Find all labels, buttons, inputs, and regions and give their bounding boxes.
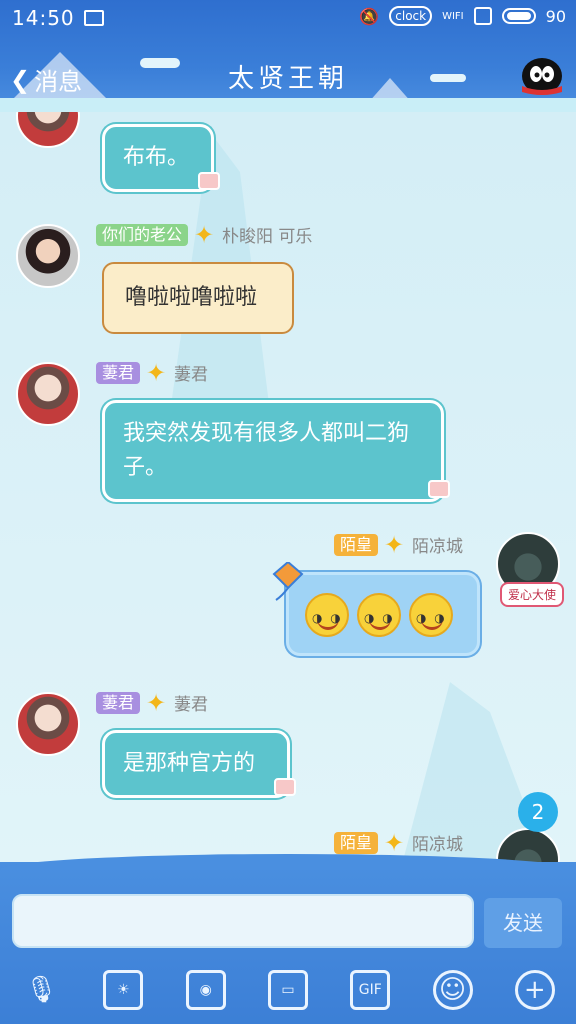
smiley-icon	[305, 593, 349, 637]
kite-icon	[272, 562, 304, 601]
gif-button[interactable]: GIF	[350, 970, 391, 1010]
status-time: 14:50	[12, 6, 75, 30]
love-badge: 爱心大使	[500, 582, 565, 607]
emoji-icon[interactable]: ☺	[432, 970, 473, 1010]
wifi-label: WIFI	[442, 10, 464, 22]
member-tag: 萋君	[96, 361, 141, 384]
message-bubble[interactable]: 我突然发现有很多人都叫二狗子。	[102, 400, 444, 502]
battery-icon	[501, 8, 536, 24]
sender-name[interactable]: 陌凉城	[412, 830, 463, 855]
image-icon	[84, 10, 104, 26]
status-icons: 🔕 clock WIFI 90	[359, 6, 566, 26]
sender-meta: 陌皇 陌凉城	[334, 531, 463, 559]
star-icon	[384, 531, 406, 559]
star-icon	[146, 689, 168, 717]
message-bubble[interactable]: 噜啦啦噜啦啦	[104, 264, 292, 332]
bubble-decoration-icon	[274, 778, 296, 796]
send-button[interactable]: 发送	[484, 898, 562, 948]
sender-meta: 萋君 萋君	[96, 359, 208, 387]
avatar[interactable]	[16, 224, 80, 288]
smiley-icon	[357, 593, 401, 637]
bubble-decoration-icon	[198, 172, 220, 190]
bubble-decoration-icon	[428, 480, 450, 498]
mute-icon: 🔕	[359, 6, 380, 26]
message-text: 我突然发现有很多人都叫二狗子。	[123, 421, 410, 480]
chat-area[interactable]: 布布。 你们的老公 朴睃阳 可乐 噜啦啦噜啦啦 萋君 萋君 我突然发现有很多人都…	[0, 112, 576, 862]
ice-strip	[0, 98, 576, 112]
group-penguin-icon[interactable]	[518, 54, 566, 96]
message-input[interactable]	[12, 894, 474, 948]
microphone-icon[interactable]: 🎙	[21, 970, 61, 1010]
camera-icon[interactable]: ◉	[185, 970, 226, 1010]
smiley-icon	[409, 593, 453, 637]
avatar[interactable]	[16, 692, 80, 756]
screen-icon	[473, 7, 492, 25]
unread-count-badge[interactable]: 2	[518, 792, 558, 832]
avatar[interactable]	[16, 112, 80, 148]
message-text: 噜啦啦噜啦啦	[125, 285, 258, 310]
sender-name[interactable]: 萋君	[174, 360, 208, 385]
message-text: 布布。	[123, 145, 190, 170]
member-tag: 陌皇	[334, 533, 379, 556]
image-icon[interactable]: ☀	[103, 970, 144, 1010]
red-packet-icon[interactable]: ▭	[267, 970, 308, 1010]
message-bubble[interactable]: 是那种官方的	[102, 730, 290, 798]
star-icon	[194, 221, 216, 249]
member-tag: 你们的老公	[96, 223, 189, 246]
message-text: 是那种官方的	[123, 751, 256, 776]
star-icon	[384, 829, 406, 857]
sender-name[interactable]: 朴睃阳 可乐	[222, 222, 312, 247]
status-bar: 14:50 🔕 clock WIFI 90	[0, 6, 576, 34]
message-bubble[interactable]	[286, 572, 480, 656]
star-icon	[146, 359, 168, 387]
sender-meta: 陌皇 陌凉城	[334, 829, 463, 857]
clock-badge: clock	[389, 6, 433, 26]
battery-level: 90	[545, 6, 566, 26]
plus-icon[interactable]: +	[514, 970, 555, 1010]
sender-name[interactable]: 萋君	[174, 690, 208, 715]
chat-title: 太贤王朝	[227, 64, 348, 94]
sender-meta: 萋君 萋君	[96, 689, 208, 717]
toolbar: 🎙 ☀ ◉ ▭ GIF ☺ +	[0, 970, 576, 1010]
sender-meta: 你们的老公 朴睃阳 可乐	[96, 221, 312, 249]
avatar[interactable]	[16, 362, 80, 426]
top-bar: 14:50 🔕 clock WIFI 90 ❮ 消息 太贤王朝	[0, 0, 576, 112]
member-tag: 萋君	[96, 691, 141, 714]
sender-name[interactable]: 陌凉城	[412, 532, 463, 557]
member-tag: 陌皇	[334, 831, 379, 854]
input-panel: 发送 🎙 ☀ ◉ ▭ GIF ☺ +	[0, 854, 576, 1024]
